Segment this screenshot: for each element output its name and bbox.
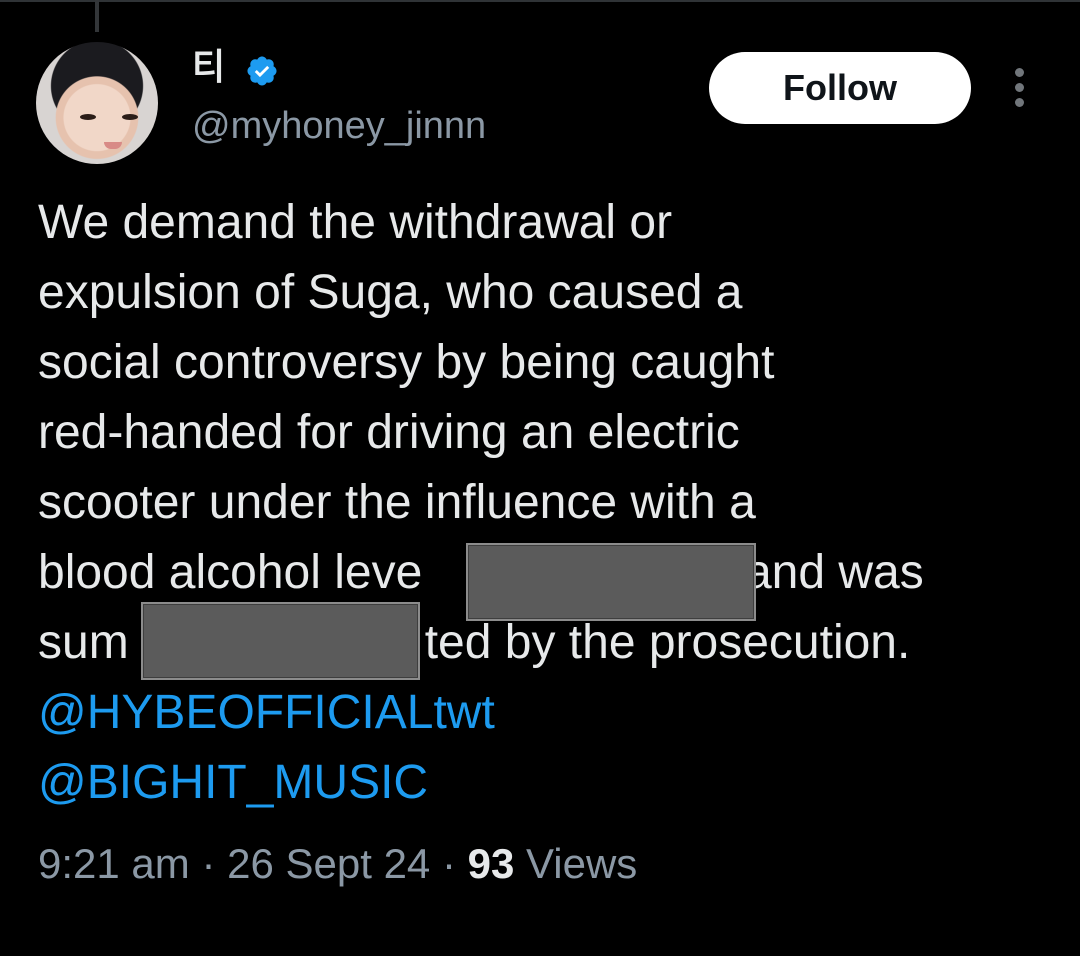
avatar[interactable]	[36, 42, 158, 164]
more-options-icon[interactable]	[1008, 68, 1032, 108]
redaction-box	[466, 543, 756, 621]
tweet-time[interactable]: 9:21 am	[38, 840, 190, 887]
mention-link[interactable]: @BIGHIT_MUSIC	[38, 748, 1048, 818]
tweet-line-start: sum	[38, 616, 129, 669]
meta-separator: ·	[201, 840, 216, 887]
tweet-line: scooter under the influence with a	[38, 476, 756, 529]
avatar-eye-left	[80, 114, 96, 120]
follow-button[interactable]: Follow	[709, 52, 971, 124]
tweet-line-start: blood alcohol leve	[38, 546, 423, 599]
avatar-mouth	[104, 142, 122, 149]
tweet-line: social controversy by being caught	[38, 336, 775, 389]
tweet-date[interactable]: 26 Sept 24	[227, 840, 430, 887]
avatar-eye-right	[122, 114, 138, 120]
verified-badge-icon	[247, 56, 277, 86]
views-count[interactable]: 93	[468, 840, 515, 887]
tweet-line-tail: ted by the prosecution.	[424, 616, 911, 669]
tweet-text: We demand the withdrawal or expulsion of…	[38, 188, 1048, 818]
display-name[interactable]: 티	[192, 45, 225, 89]
top-divider	[0, 0, 1080, 2]
thread-connector-line	[95, 0, 99, 32]
tweet-line: red-handed for driving an electric	[38, 406, 740, 459]
mention-link[interactable]: @HYBEOFFICIALtwt	[38, 678, 1048, 748]
redaction-box	[141, 602, 420, 680]
tweet-line: expulsion of Suga, who caused a	[38, 266, 743, 319]
tweet-meta: 9:21 am · 26 Sept 24 · 93 Views	[38, 836, 637, 892]
meta-separator: ·	[441, 840, 456, 887]
user-handle[interactable]: @myhoney_jinnn	[192, 103, 486, 149]
views-label[interactable]: Views	[526, 840, 637, 887]
tweet-line: We demand the withdrawal or	[38, 196, 673, 249]
